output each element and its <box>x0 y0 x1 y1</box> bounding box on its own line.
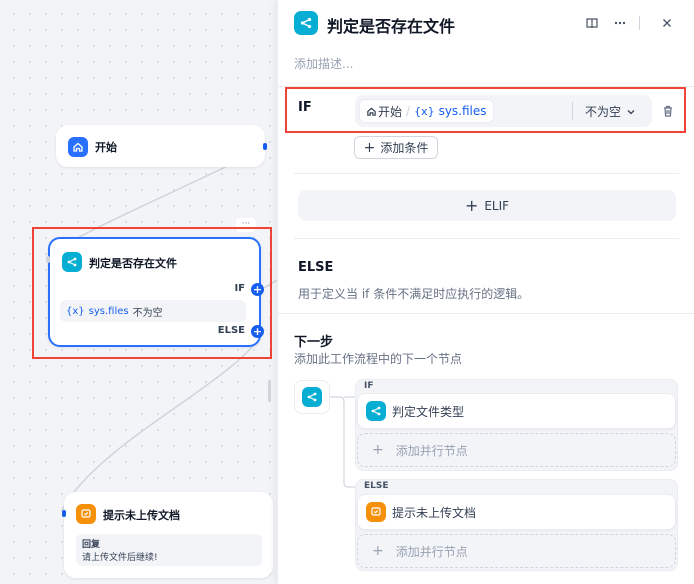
branch-icon <box>62 252 82 272</box>
variable-icon: {x} <box>66 305 85 317</box>
chip-node-name: 开始 <box>378 104 403 119</box>
else-branch-group: ELSE 提示未上传文档 + 添加并行节点 <box>355 479 678 571</box>
panel-title[interactable]: 判定是否存在文件 <box>327 13 455 37</box>
add-condition-button[interactable]: + 添加条件 <box>354 136 438 159</box>
plus-icon: + <box>464 195 479 215</box>
operator-value: 不为空 <box>585 105 622 119</box>
divider <box>278 86 694 87</box>
answer-text: 请上传文件后继续! <box>82 553 158 563</box>
chip-variable-name: sys.files <box>438 104 487 118</box>
row-divider <box>572 102 573 120</box>
condition-operator: 不为空 <box>132 307 163 319</box>
description-input[interactable]: 添加描述... <box>294 55 353 72</box>
next-node-item[interactable]: 判定文件类型 <box>357 393 676 429</box>
book-icon[interactable] <box>582 13 602 33</box>
if-condition-summary: {x} sys.files 不为空 <box>60 300 246 322</box>
next-node-item[interactable]: 提示未上传文档 <box>357 494 676 530</box>
branch-label-if: IF <box>364 381 374 391</box>
if-branch-label: IF <box>234 283 245 294</box>
branch-label-else: ELSE <box>364 481 389 491</box>
node-config-panel: 判定是否存在文件 添加描述... IF 开始 / {x} sys.files 不… <box>277 0 694 584</box>
else-branch-add-button[interactable]: + <box>251 325 264 338</box>
next-step-title: 下一步 <box>294 335 334 350</box>
if-branch-add-button[interactable]: + <box>251 283 264 296</box>
header-divider <box>639 16 640 30</box>
add-parallel-label: 添加并行节点 <box>395 544 468 559</box>
divider <box>294 238 679 239</box>
add-condition-label: 添加条件 <box>380 141 429 155</box>
next-node-name: 提示未上传文档 <box>392 505 477 520</box>
home-icon <box>68 137 88 157</box>
node-more-button[interactable]: ··· <box>236 218 256 232</box>
answer-content: 回复 请上传文件后继续! <box>76 534 262 566</box>
plus-icon: + <box>363 139 376 156</box>
more-icon[interactable] <box>610 13 630 33</box>
chip-separator: / <box>406 104 411 118</box>
elif-label: ELIF <box>484 198 510 213</box>
branch-icon <box>302 387 322 407</box>
answer-label: 回复 <box>82 540 101 550</box>
reply-icon <box>366 502 386 522</box>
if-section-label: IF <box>298 100 312 115</box>
close-icon[interactable] <box>657 13 677 33</box>
variable-icon: {x} <box>414 104 435 118</box>
plus-icon: + <box>372 442 384 458</box>
next-node-name: 判定文件类型 <box>392 404 465 419</box>
if-node-title: 判定是否存在文件 <box>89 257 177 270</box>
plus-icon: + <box>372 543 384 559</box>
else-section-desc: 用于定义当 if 条件不满足时应执行的逻辑。 <box>298 287 530 301</box>
answer-node-title: 提示未上传文档 <box>103 509 180 522</box>
divider <box>294 173 679 174</box>
panel-resize-handle[interactable] <box>268 380 271 402</box>
if-branch-group: IF 判定文件类型 + 添加并行节点 <box>355 379 678 471</box>
next-step-desc: 添加此工作流程中的下一个节点 <box>294 352 463 366</box>
if-node-input-handle[interactable] <box>46 256 50 263</box>
answer-node[interactable]: 提示未上传文档 回复 请上传文件后继续! <box>62 492 273 578</box>
branch-icon <box>294 11 318 35</box>
branch-icon <box>366 401 386 421</box>
condition-variable-chip[interactable]: 开始 / {x} sys.files <box>359 99 494 123</box>
if-else-node[interactable]: 判定是否存在文件 IF + {x} sys.files 不为空 ELSE + <box>46 237 264 347</box>
add-parallel-label: 添加并行节点 <box>395 443 468 458</box>
add-elif-button[interactable]: + ELIF <box>298 190 676 221</box>
add-parallel-node-button[interactable]: + 添加并行节点 <box>357 534 676 568</box>
condition-variable: sys.files <box>88 305 129 317</box>
answer-node-handle[interactable] <box>62 510 66 517</box>
else-branch-label: ELSE <box>217 325 245 336</box>
start-node-title: 开始 <box>95 141 117 154</box>
start-node-handle[interactable] <box>263 143 267 150</box>
reply-icon <box>76 504 96 524</box>
if-condition-row[interactable]: 开始 / {x} sys.files 不为空 <box>355 95 652 127</box>
branch-connector-lines <box>330 396 356 488</box>
trash-icon[interactable] <box>658 101 678 121</box>
else-section-title: ELSE <box>298 260 334 275</box>
add-parallel-node-button[interactable]: + 添加并行节点 <box>357 433 676 467</box>
operator-select[interactable]: 不为空 <box>585 103 636 120</box>
start-node[interactable]: 开始 <box>56 125 267 167</box>
home-icon <box>367 106 376 116</box>
chevron-down-icon <box>627 109 635 114</box>
divider <box>278 313 694 314</box>
current-node-icon-box <box>294 380 330 414</box>
